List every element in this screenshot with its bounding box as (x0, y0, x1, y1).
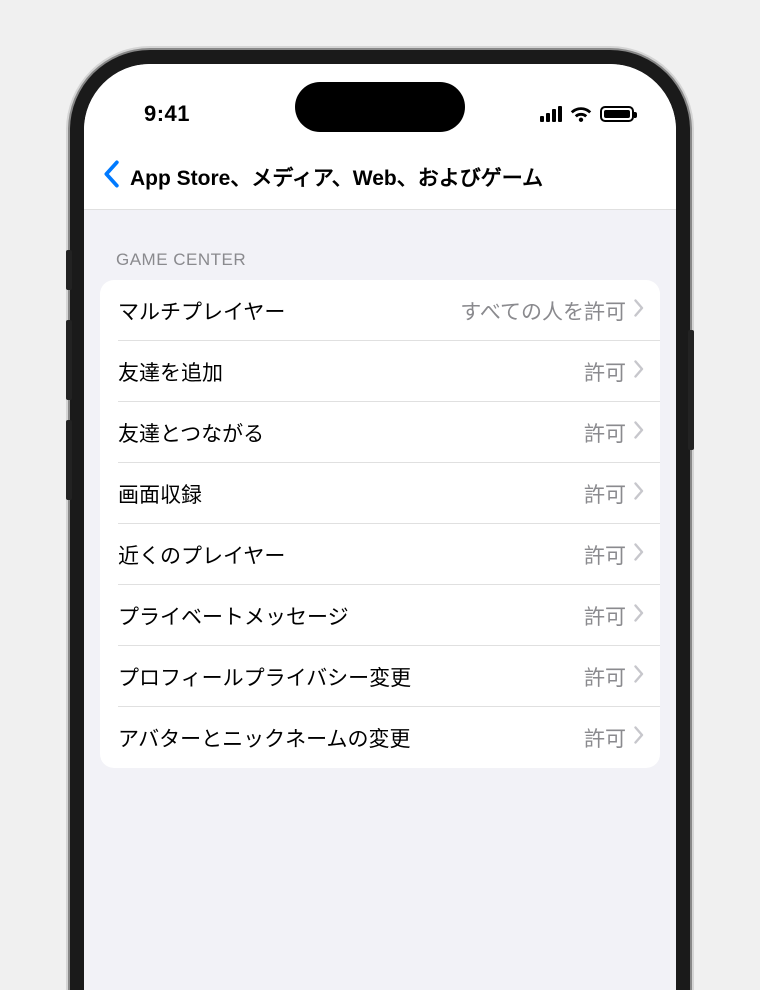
content: GAME CENTER マルチプレイヤー すべての人を許可 友達を追加 許可 (84, 210, 676, 768)
dynamic-island (295, 82, 465, 132)
row-nearby-players[interactable]: 近くのプレイヤー 許可 (100, 524, 660, 585)
cellular-icon (540, 106, 562, 122)
wifi-icon (570, 106, 592, 122)
back-button[interactable] (96, 154, 126, 199)
row-add-friends[interactable]: 友達を追加 許可 (100, 341, 660, 402)
row-value: 許可 (584, 662, 626, 692)
side-button (688, 330, 694, 450)
row-label: 友達を追加 (118, 357, 584, 387)
row-profile-privacy[interactable]: プロフィールプライバシー変更 許可 (100, 646, 660, 707)
phone-screen: 9:41 (84, 64, 676, 990)
row-connect-friends[interactable]: 友達とつながる 許可 (100, 402, 660, 463)
section-header: GAME CENTER (84, 250, 676, 280)
phone-frame: 9:41 (70, 50, 690, 990)
row-label: 画面収録 (118, 479, 584, 509)
row-value: 許可 (584, 601, 626, 631)
chevron-right-icon (634, 299, 644, 322)
chevron-right-icon (634, 665, 644, 688)
chevron-right-icon (634, 543, 644, 566)
row-multiplayer[interactable]: マルチプレイヤー すべての人を許可 (100, 280, 660, 341)
row-private-messages[interactable]: プライベートメッセージ 許可 (100, 585, 660, 646)
row-value: 許可 (584, 540, 626, 570)
row-value: 許可 (584, 357, 626, 387)
chevron-right-icon (634, 360, 644, 383)
row-value: 許可 (584, 479, 626, 509)
row-value: 許可 (584, 418, 626, 448)
row-screen-recording[interactable]: 画面収録 許可 (100, 463, 660, 524)
row-value: すべての人を許可 (460, 296, 626, 326)
side-button (66, 250, 72, 290)
chevron-right-icon (634, 482, 644, 505)
row-label: 近くのプレイヤー (118, 540, 584, 570)
status-time: 9:41 (144, 101, 190, 127)
row-label: 友達とつながる (118, 418, 584, 448)
chevron-right-icon (634, 421, 644, 444)
side-button (66, 420, 72, 500)
nav-bar: App Store、メディア、Web、およびゲーム (84, 144, 676, 210)
status-icons (540, 106, 634, 122)
row-value: 許可 (584, 723, 626, 753)
row-label: マルチプレイヤー (118, 296, 460, 326)
battery-icon (600, 106, 634, 122)
row-label: アバターとニックネームの変更 (118, 723, 584, 753)
chevron-right-icon (634, 604, 644, 627)
row-label: プロフィールプライバシー変更 (118, 662, 584, 692)
row-avatar-nickname[interactable]: アバターとニックネームの変更 許可 (100, 707, 660, 768)
settings-group: マルチプレイヤー すべての人を許可 友達を追加 許可 友達とつながる 許可 (100, 280, 660, 768)
side-button (66, 320, 72, 400)
row-label: プライベートメッセージ (118, 601, 584, 631)
page-title: App Store、メディア、Web、およびゲーム (130, 162, 543, 192)
chevron-right-icon (634, 726, 644, 749)
